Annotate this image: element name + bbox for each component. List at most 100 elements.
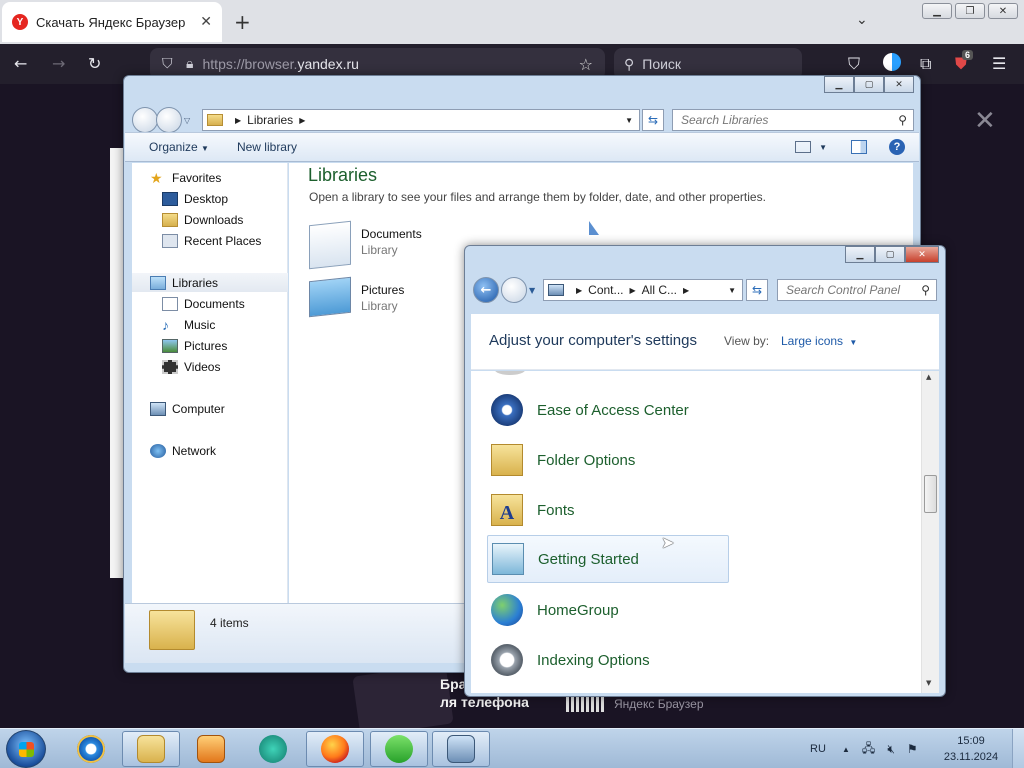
breadcrumb-all-items[interactable]: All C... bbox=[642, 283, 677, 297]
cp-address-dropdown-icon[interactable]: ▼ bbox=[728, 286, 736, 295]
taskbar-firefox[interactable] bbox=[306, 731, 364, 767]
breadcrumb-arrow-icon[interactable]: ▶ bbox=[630, 286, 636, 295]
breadcrumb-arrow-icon[interactable]: ▶ bbox=[683, 286, 689, 295]
nav-pictures[interactable]: Pictures bbox=[162, 336, 227, 355]
help-icon[interactable]: ? bbox=[889, 139, 905, 155]
recent-places-icon bbox=[162, 233, 178, 248]
cp-refresh-button[interactable]: ⇆ bbox=[746, 279, 768, 301]
nav-recent-places[interactable]: Recent Places bbox=[162, 231, 261, 250]
recent-pages-dropdown-icon[interactable]: ▽ bbox=[184, 116, 190, 125]
cp-breadcrumb[interactable]: ▶ Cont... ▶ All C... ▶ ▼ bbox=[543, 279, 743, 301]
scroll-thumb[interactable] bbox=[924, 475, 937, 513]
browser-restore-button[interactable]: ❐ bbox=[955, 3, 985, 19]
new-library-button[interactable]: New library bbox=[237, 140, 297, 154]
taskbar-explorer[interactable] bbox=[122, 731, 180, 767]
view-dropdown-icon[interactable]: ▼ bbox=[819, 143, 827, 152]
tabs-dropdown-icon[interactable]: ⌄ bbox=[856, 12, 868, 28]
cp-item-indexing-options[interactable]: Indexing Options bbox=[487, 636, 729, 684]
protect-icon[interactable] bbox=[883, 53, 901, 71]
libraries-maximize-button[interactable]: ▢ bbox=[854, 76, 884, 93]
action-center-flag-icon[interactable]: ⚑ bbox=[907, 742, 918, 756]
new-tab-button[interactable]: + bbox=[234, 10, 251, 34]
search-icon[interactable]: ⚲ bbox=[898, 113, 907, 127]
tab-close-icon[interactable]: ✕ bbox=[200, 14, 212, 30]
cp-maximize-button[interactable]: ▢ bbox=[875, 246, 905, 263]
taskbar-yandex-installer[interactable] bbox=[370, 731, 428, 767]
clock[interactable]: 15:09 23.11.2024 bbox=[938, 733, 1004, 765]
scroll-up-icon[interactable]: ▲ bbox=[926, 373, 931, 381]
cp-close-button[interactable]: ✕ bbox=[905, 246, 939, 263]
volume-muted-icon[interactable]: 🔇︎ bbox=[887, 742, 895, 757]
cp-item-folder-options[interactable]: Folder Options bbox=[487, 436, 729, 484]
preview-pane-icon[interactable] bbox=[851, 140, 867, 154]
nav-favorites[interactable]: ★ Favorites bbox=[150, 168, 221, 187]
refresh-button[interactable]: ⇆ bbox=[642, 109, 664, 131]
taskbar-control-panel[interactable] bbox=[432, 731, 490, 767]
libraries-breadcrumb[interactable]: ▶ Libraries ▶ ▼ bbox=[202, 109, 640, 131]
documents-library-icon bbox=[309, 220, 351, 270]
browser-tab-active[interactable]: Y Скачать Яндекс Браузер ✕ bbox=[2, 2, 222, 42]
cp-item-getting-started[interactable]: Getting Started bbox=[487, 535, 729, 583]
cp-nav-buttons: ← ▼ bbox=[473, 277, 535, 303]
nav-computer[interactable]: Computer bbox=[150, 399, 225, 418]
url-text[interactable]: https://browser.yandex.ru bbox=[203, 56, 359, 72]
libraries-minimize-button[interactable]: ▁ bbox=[824, 76, 854, 93]
cp-recent-pages-icon[interactable]: ▼ bbox=[529, 286, 535, 295]
nav-documents[interactable]: Documents bbox=[162, 294, 245, 313]
back-button[interactable] bbox=[132, 107, 158, 133]
browser-close-button[interactable]: ✕ bbox=[988, 3, 1018, 19]
forward-arrow-icon[interactable]: → bbox=[52, 54, 65, 73]
search-icon[interactable]: ⚲ bbox=[921, 283, 930, 297]
cp-minimize-button[interactable]: ▁ bbox=[845, 246, 875, 263]
language-indicator[interactable]: RU bbox=[810, 729, 826, 768]
nav-downloads[interactable]: Downloads bbox=[162, 210, 243, 229]
breadcrumb-arrow-icon[interactable]: ▶ bbox=[299, 116, 305, 125]
page-panel bbox=[110, 148, 124, 578]
breadcrumb-control-panel[interactable]: Cont... bbox=[588, 283, 623, 297]
pocket-icon[interactable]: ⛉ bbox=[848, 54, 860, 74]
explorer-folder-icon bbox=[137, 735, 165, 763]
breadcrumb-libraries[interactable]: Libraries bbox=[247, 113, 293, 127]
music-library-icon-partial bbox=[589, 221, 599, 235]
cp-back-button[interactable]: ← bbox=[473, 277, 499, 303]
page-close-icon[interactable]: ✕ bbox=[974, 106, 996, 136]
organize-button[interactable]: Organize ▼ bbox=[149, 140, 209, 154]
taskbar-teams-app[interactable] bbox=[244, 731, 302, 767]
cp-item-homegroup[interactable]: HomeGroup bbox=[487, 586, 729, 634]
cp-scrollbar[interactable]: ▲ ▼ bbox=[921, 371, 939, 693]
search-control-panel-input[interactable]: Search Control Panel ⚲ bbox=[777, 279, 937, 301]
view-by-dropdown[interactable]: Large icons ▼ bbox=[781, 334, 857, 348]
scroll-down-icon[interactable]: ▼ bbox=[926, 679, 931, 687]
taskbar-internet-explorer[interactable] bbox=[62, 731, 120, 767]
menu-icon[interactable]: ☰ bbox=[992, 54, 1006, 73]
bookmark-star-icon[interactable]: ☆ bbox=[579, 55, 593, 74]
nav-libraries[interactable]: Libraries bbox=[132, 273, 288, 292]
show-hidden-icons-icon[interactable]: ▲ bbox=[842, 745, 850, 754]
view-options-icon[interactable] bbox=[795, 141, 812, 153]
cp-item-ease-of-access[interactable]: Ease of Access Center bbox=[487, 386, 729, 434]
extension-badge: 6 bbox=[962, 50, 974, 60]
nav-network[interactable]: Network bbox=[150, 441, 216, 460]
taskbar-media-player[interactable] bbox=[182, 731, 240, 767]
library-item-documents[interactable]: Documents Library bbox=[307, 219, 467, 270]
show-desktop-button[interactable] bbox=[1012, 729, 1024, 768]
start-button[interactable] bbox=[6, 730, 46, 768]
cp-forward-button[interactable] bbox=[501, 277, 527, 303]
extensions-icon[interactable]: ⧉ bbox=[920, 54, 931, 74]
libraries-close-button[interactable]: ✕ bbox=[884, 76, 914, 93]
back-arrow-icon[interactable]: ← bbox=[14, 54, 27, 73]
nav-videos[interactable]: Videos bbox=[162, 357, 220, 376]
nav-music[interactable]: ♪ Music bbox=[162, 315, 215, 334]
library-item-pictures[interactable]: Pictures Library bbox=[307, 275, 467, 325]
shield-icon[interactable]: ⛉ bbox=[162, 56, 173, 72]
network-tray-icon[interactable]: 🖧︎ bbox=[862, 739, 875, 760]
view-by-label: View by: bbox=[724, 334, 770, 348]
yandex-installer-icon bbox=[385, 735, 413, 763]
address-dropdown-icon[interactable]: ▼ bbox=[625, 116, 633, 125]
cp-item-fonts[interactable]: A Fonts bbox=[487, 486, 729, 534]
browser-minimize-button[interactable]: ▁ bbox=[922, 3, 952, 19]
nav-desktop[interactable]: Desktop bbox=[162, 189, 228, 208]
reload-icon[interactable]: ↻ bbox=[88, 54, 101, 73]
search-libraries-input[interactable]: Search Libraries ⚲ bbox=[672, 109, 914, 131]
forward-button[interactable] bbox=[156, 107, 182, 133]
